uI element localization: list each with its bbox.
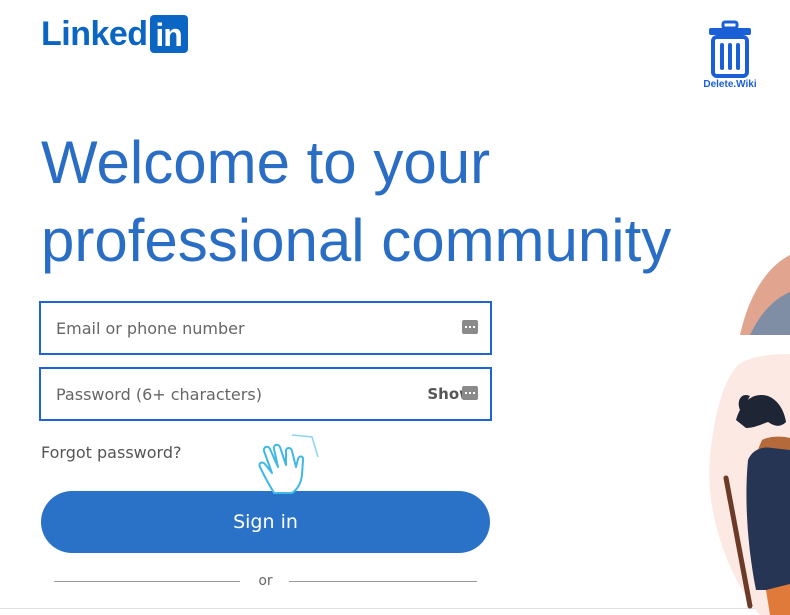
linkedin-logo[interactable]: Linked in xyxy=(41,15,188,53)
forgot-password-link[interactable]: Forgot password? xyxy=(41,443,181,462)
sign-in-button[interactable]: Sign in xyxy=(41,491,490,553)
headline-line-1: Welcome to your xyxy=(41,129,491,196)
trash-icon xyxy=(709,20,751,78)
pointing-hand-cursor-icon xyxy=(258,434,319,494)
bottom-divider xyxy=(0,608,790,609)
email-field[interactable] xyxy=(41,303,490,353)
trash-label: Delete.Wiki xyxy=(703,79,757,90)
autofill-key-icon[interactable] xyxy=(462,320,478,334)
hero-headline: Welcome to your professional community xyxy=(41,124,741,280)
autofill-key-icon[interactable] xyxy=(462,386,478,400)
divider-line-right xyxy=(289,581,477,582)
hero-illustration xyxy=(709,255,790,615)
password-field[interactable] xyxy=(41,369,490,419)
delete-wiki-widget[interactable]: Delete.Wiki xyxy=(701,20,759,90)
password-field-container: Show xyxy=(39,367,492,421)
logo-in-box: in xyxy=(149,15,188,53)
email-field-container xyxy=(39,301,492,355)
logo-wordmark: Linked xyxy=(41,15,148,53)
headline-line-2: professional community xyxy=(41,207,672,274)
or-divider: or xyxy=(54,573,477,591)
